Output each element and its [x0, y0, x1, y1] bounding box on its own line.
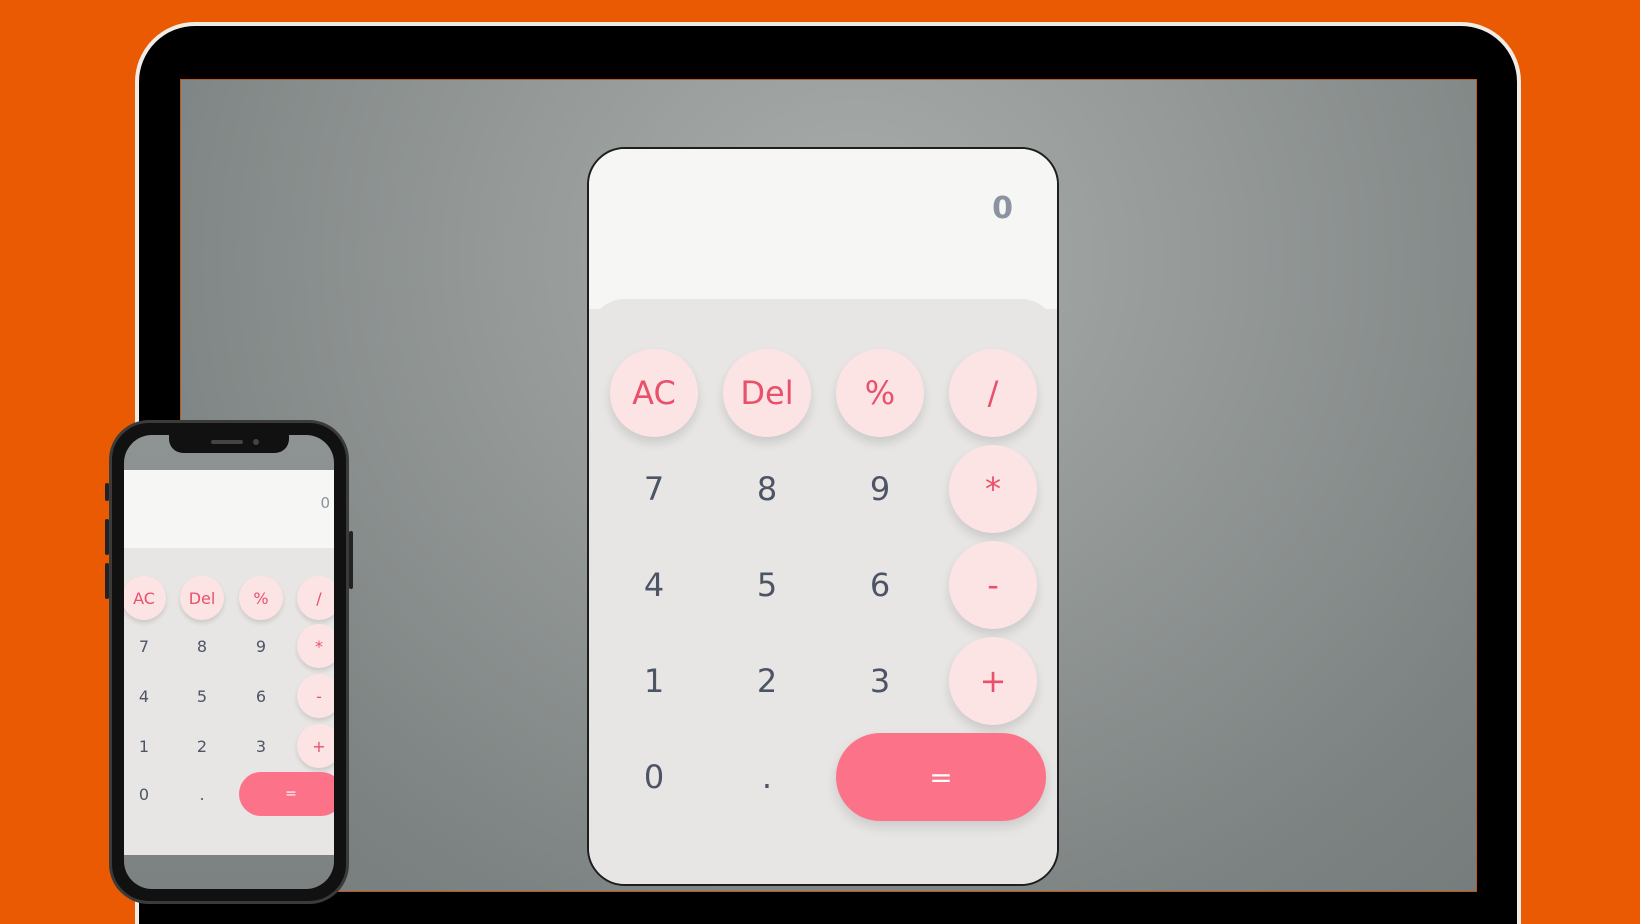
mobile-digit-8-button[interactable]: 8: [180, 624, 224, 668]
mobile-multiply-button[interactable]: *: [297, 624, 334, 668]
phone-screen: 0 AC Del % / 7 8 9 * 4 5 6 - 1 2 3 + 0 .…: [124, 435, 334, 889]
digit-2-button[interactable]: 2: [723, 637, 811, 725]
mobile-digit-7-button[interactable]: 7: [124, 624, 166, 668]
digit-4-button[interactable]: 4: [610, 541, 698, 629]
calculator: 0 AC Del % / 7 8 9 * 4 5 6 - 1 2 3 + 0 .…: [587, 147, 1059, 886]
mobile-digit-5-button[interactable]: 5: [180, 674, 224, 718]
mobile-calculator: 0 AC Del % / 7 8 9 * 4 5 6 - 1 2 3 + 0 .…: [124, 470, 334, 855]
mobile-divide-button[interactable]: /: [297, 576, 334, 620]
decimal-button[interactable]: .: [723, 733, 811, 821]
digit-5-button[interactable]: 5: [723, 541, 811, 629]
mobile-calculator-display: 0: [124, 470, 334, 548]
digit-9-button[interactable]: 9: [836, 445, 924, 533]
phone-notch: [169, 435, 289, 453]
camera-icon: [253, 439, 259, 445]
minus-button[interactable]: -: [949, 541, 1037, 629]
phone-volume-up: [105, 519, 109, 555]
phone-power-button: [349, 531, 353, 589]
multiply-button[interactable]: *: [949, 445, 1037, 533]
divide-button[interactable]: /: [949, 349, 1037, 437]
mobile-digit-1-button[interactable]: 1: [124, 724, 166, 768]
speaker-icon: [211, 440, 243, 444]
plus-button[interactable]: +: [949, 637, 1037, 725]
mobile-decimal-button[interactable]: .: [180, 772, 224, 816]
mobile-plus-button[interactable]: +: [297, 724, 334, 768]
mobile-digit-6-button[interactable]: 6: [239, 674, 283, 718]
phone-frame: 0 AC Del % / 7 8 9 * 4 5 6 - 1 2 3 + 0 .…: [105, 420, 353, 904]
digit-8-button[interactable]: 8: [723, 445, 811, 533]
mobile-delete-button[interactable]: Del: [180, 576, 224, 620]
digit-7-button[interactable]: 7: [610, 445, 698, 533]
digit-6-button[interactable]: 6: [836, 541, 924, 629]
mobile-percent-button[interactable]: %: [239, 576, 283, 620]
mockup-stage: 0 AC Del % / 7 8 9 * 4 5 6 - 1 2 3 + 0 .…: [0, 0, 1640, 924]
calculator-display: 0: [589, 149, 1057, 309]
ac-button[interactable]: AC: [610, 349, 698, 437]
digit-0-button[interactable]: 0: [610, 733, 698, 821]
mobile-display-value: 0: [320, 494, 330, 512]
phone-volume-down: [105, 563, 109, 599]
mobile-digit-0-button[interactable]: 0: [124, 772, 166, 816]
mobile-digit-3-button[interactable]: 3: [239, 724, 283, 768]
mobile-equals-button[interactable]: =: [239, 772, 334, 816]
equals-button[interactable]: =: [836, 733, 1046, 821]
mobile-digit-2-button[interactable]: 2: [180, 724, 224, 768]
mobile-minus-button[interactable]: -: [297, 674, 334, 718]
delete-button[interactable]: Del: [723, 349, 811, 437]
mobile-ac-button[interactable]: AC: [124, 576, 166, 620]
digit-3-button[interactable]: 3: [836, 637, 924, 725]
keypad: AC Del % / 7 8 9 * 4 5 6 - 1 2 3 + 0 . =: [589, 299, 1057, 884]
digit-1-button[interactable]: 1: [610, 637, 698, 725]
percent-button[interactable]: %: [836, 349, 924, 437]
laptop-screen: 0 AC Del % / 7 8 9 * 4 5 6 - 1 2 3 + 0 .…: [180, 79, 1477, 892]
mobile-digit-4-button[interactable]: 4: [124, 674, 166, 718]
display-value: 0: [992, 191, 1013, 226]
mobile-digit-9-button[interactable]: 9: [239, 624, 283, 668]
phone-mute-switch: [105, 483, 109, 501]
